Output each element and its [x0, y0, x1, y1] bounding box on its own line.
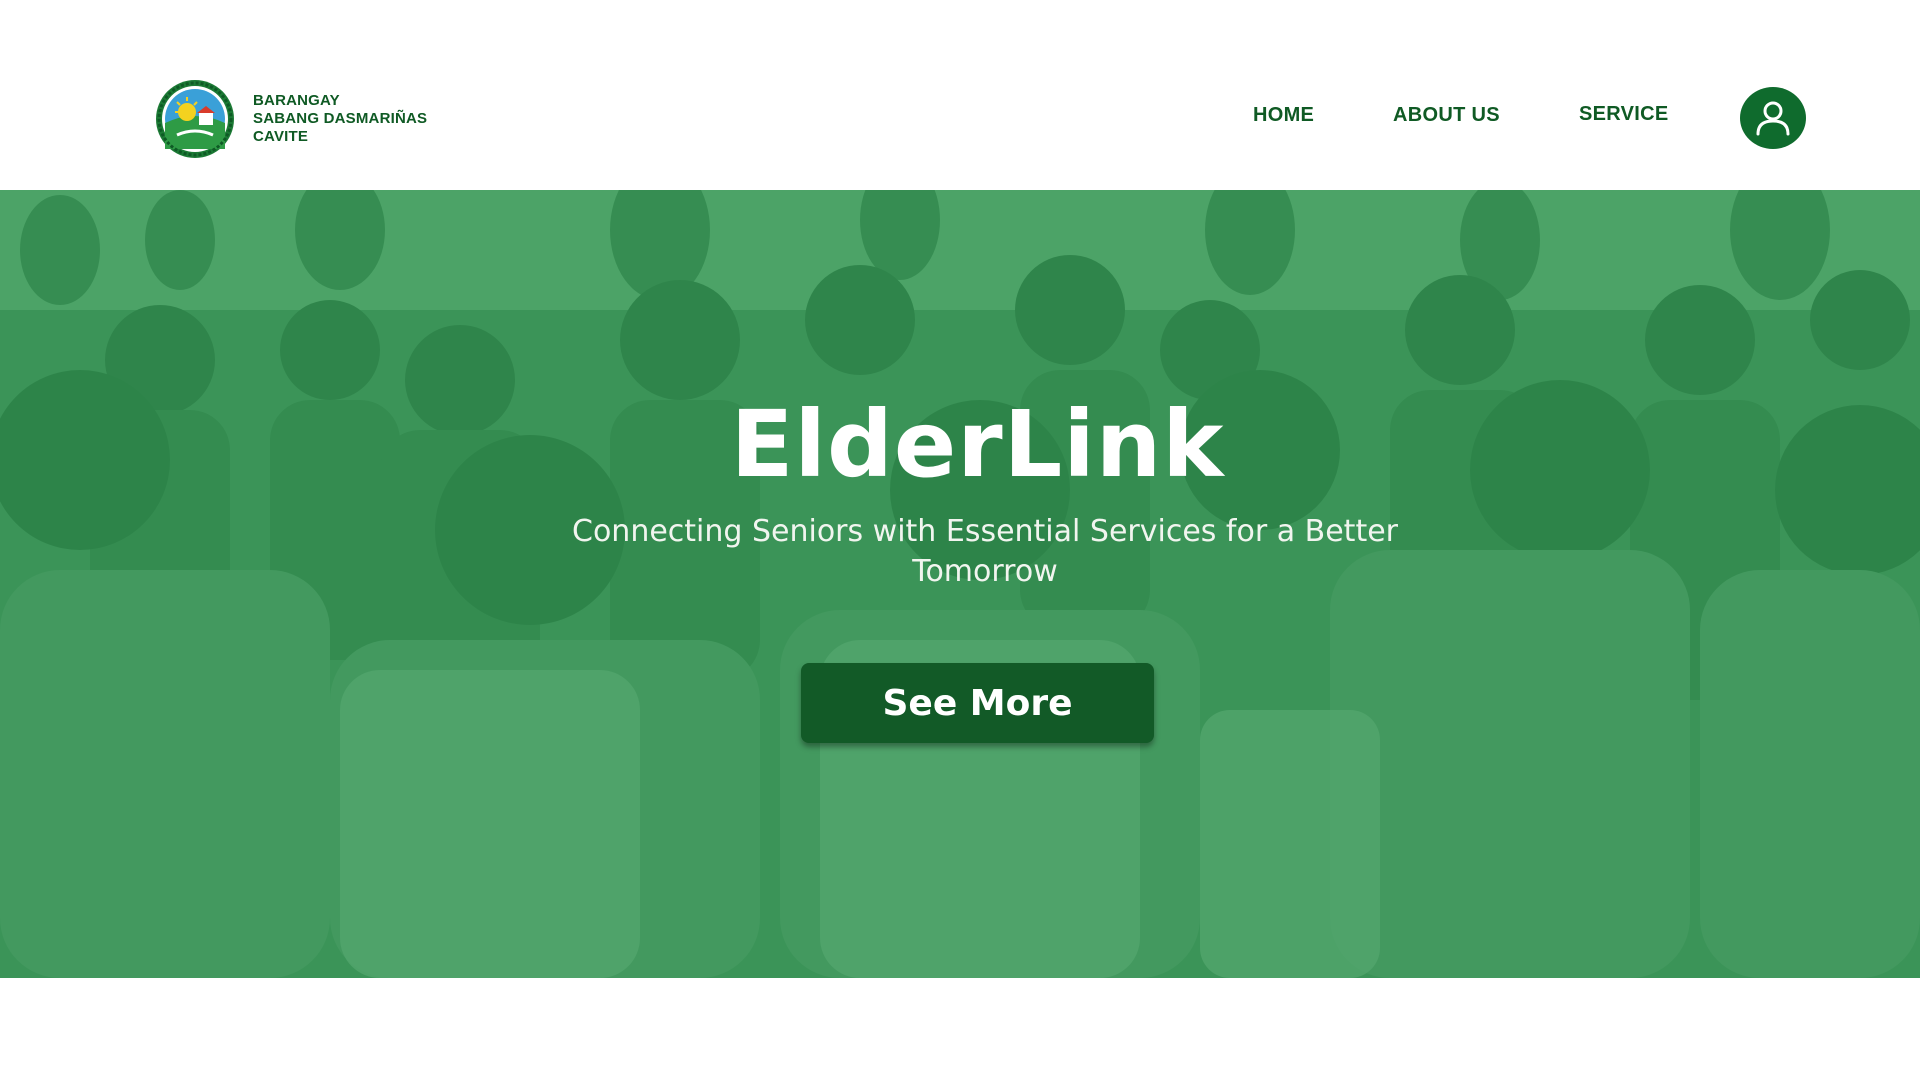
hero-subtitle: Connecting Seniors with Essential Servic… — [572, 514, 1398, 589]
page-bottom-space — [0, 978, 1920, 1080]
main-nav: HOME ABOUT US SERVICE — [0, 103, 1920, 130]
brand-line-3: CAVITE — [253, 128, 309, 145]
profile-button[interactable] — [1740, 87, 1806, 149]
user-icon — [1756, 101, 1790, 136]
site-header: BARANGAY SABANG DASMARIÑAS CAVITE HOME A… — [0, 0, 1920, 190]
hero-title: ElderLink — [730, 391, 1225, 498]
hero-content: ElderLink Connecting Seniors with Essent… — [0, 190, 1920, 978]
nav-home-link[interactable]: HOME — [1253, 104, 1314, 127]
nav-service-link[interactable]: SERVICE — [1579, 103, 1669, 126]
see-more-button[interactable]: See More — [801, 663, 1154, 743]
nav-about-us-link[interactable]: ABOUT US — [1393, 104, 1500, 127]
hero-section: ElderLink Connecting Seniors with Essent… — [0, 190, 1920, 978]
